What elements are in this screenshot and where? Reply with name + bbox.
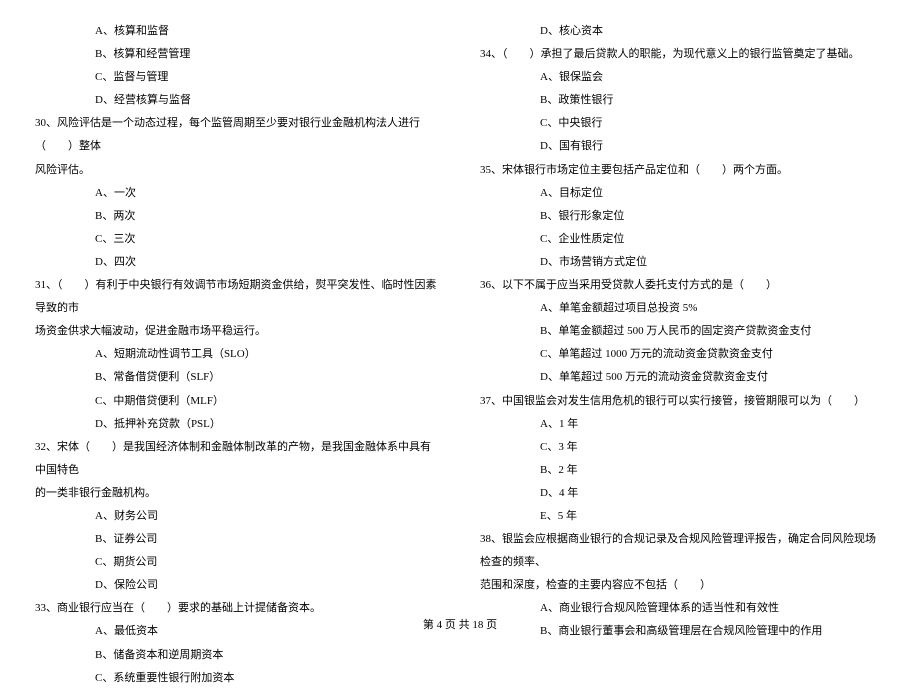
q36-option-c: C、单笔超过 1000 万元的流动资金贷款资金支付: [480, 343, 885, 366]
q29-option-c: C、监督与管理: [35, 66, 440, 89]
q30-option-d: D、四次: [35, 251, 440, 274]
right-column: D、核心资本 34、（ ）承担了最后贷款人的职能，为现代意义上的银行监管奠定了基…: [460, 20, 885, 610]
q32-option-a: A、财务公司: [35, 505, 440, 528]
q37-option-a: A、1 年: [480, 413, 885, 436]
q32-option-d: D、保险公司: [35, 574, 440, 597]
q33-option-b: B、储备资本和逆周期资本: [35, 644, 440, 667]
q34-option-c: C、中央银行: [480, 112, 885, 135]
q34-option-b: B、政策性银行: [480, 89, 885, 112]
q37-option-c: C、3 年: [480, 436, 885, 459]
q31-stem-cont: 场资金供求大幅波动，促进金融市场平稳运行。: [35, 320, 440, 343]
q37-stem: 37、中国银监会对发生信用危机的银行可以实行接管，接管期限可以为（ ）: [480, 390, 885, 413]
q31-option-d: D、抵押补充贷款（PSL）: [35, 413, 440, 436]
q31-option-a: A、短期流动性调节工具（SLO）: [35, 343, 440, 366]
q30-stem-cont: 风险评估。: [35, 159, 440, 182]
q34-option-d: D、国有银行: [480, 135, 885, 158]
q36-option-a: A、单笔金额超过项目总投资 5%: [480, 297, 885, 320]
q37-option-e: E、5 年: [480, 505, 885, 528]
q30-option-a: A、一次: [35, 182, 440, 205]
q32-stem: 32、宋体（ ）是我国经济体制和金融体制改革的产物，是我国金融体系中具有中国特色: [35, 436, 440, 482]
q35-option-c: C、企业性质定位: [480, 228, 885, 251]
q32-option-c: C、期货公司: [35, 551, 440, 574]
q38-stem-cont: 范围和深度，检查的主要内容应不包括（ ）: [480, 574, 885, 597]
q30-option-c: C、三次: [35, 228, 440, 251]
q32-option-b: B、证券公司: [35, 528, 440, 551]
q36-option-b: B、单笔金额超过 500 万人民币的固定资产贷款资金支付: [480, 320, 885, 343]
q30-stem: 30、风险评估是一个动态过程，每个监管周期至少要对银行业金融机构法人进行（ ）整…: [35, 112, 440, 158]
q37-option-b: B、2 年: [480, 459, 885, 482]
q36-option-d: D、单笔超过 500 万元的流动资金贷款资金支付: [480, 366, 885, 389]
q35-option-b: B、银行形象定位: [480, 205, 885, 228]
q35-stem: 35、宋体银行市场定位主要包括产品定位和（ ）两个方面。: [480, 159, 885, 182]
q30-option-b: B、两次: [35, 205, 440, 228]
q31-option-c: C、中期借贷便利（MLF）: [35, 390, 440, 413]
q35-option-d: D、市场营销方式定位: [480, 251, 885, 274]
q36-stem: 36、以下不属于应当采用受贷款人委托支付方式的是（ ）: [480, 274, 885, 297]
q31-stem: 31、（ ）有利于中央银行有效调节市场短期资金供给，熨平突发性、临时性因素导致的…: [35, 274, 440, 320]
q32-stem-cont: 的一类非银行金融机构。: [35, 482, 440, 505]
q31-option-b: B、常备借贷便利（SLF）: [35, 366, 440, 389]
q29-option-a: A、核算和监督: [35, 20, 440, 43]
q29-option-d: D、经营核算与监督: [35, 89, 440, 112]
page-footer: 第 4 页 共 18 页: [0, 616, 920, 632]
q33-option-d: D、核心资本: [480, 20, 885, 43]
q29-option-b: B、核算和经营管理: [35, 43, 440, 66]
q33-option-c: C、系统重要性银行附加资本: [35, 667, 440, 690]
q35-option-a: A、目标定位: [480, 182, 885, 205]
q38-stem: 38、银监会应根据商业银行的合规记录及合规风险管理评报告，确定合同风险现场检查的…: [480, 528, 885, 574]
q37-option-d: D、4 年: [480, 482, 885, 505]
q34-option-a: A、银保监会: [480, 66, 885, 89]
q34-stem: 34、（ ）承担了最后贷款人的职能，为现代意义上的银行监管奠定了基础。: [480, 43, 885, 66]
page-content: A、核算和监督 B、核算和经营管理 C、监督与管理 D、经营核算与监督 30、风…: [0, 0, 920, 610]
left-column: A、核算和监督 B、核算和经营管理 C、监督与管理 D、经营核算与监督 30、风…: [35, 20, 460, 610]
